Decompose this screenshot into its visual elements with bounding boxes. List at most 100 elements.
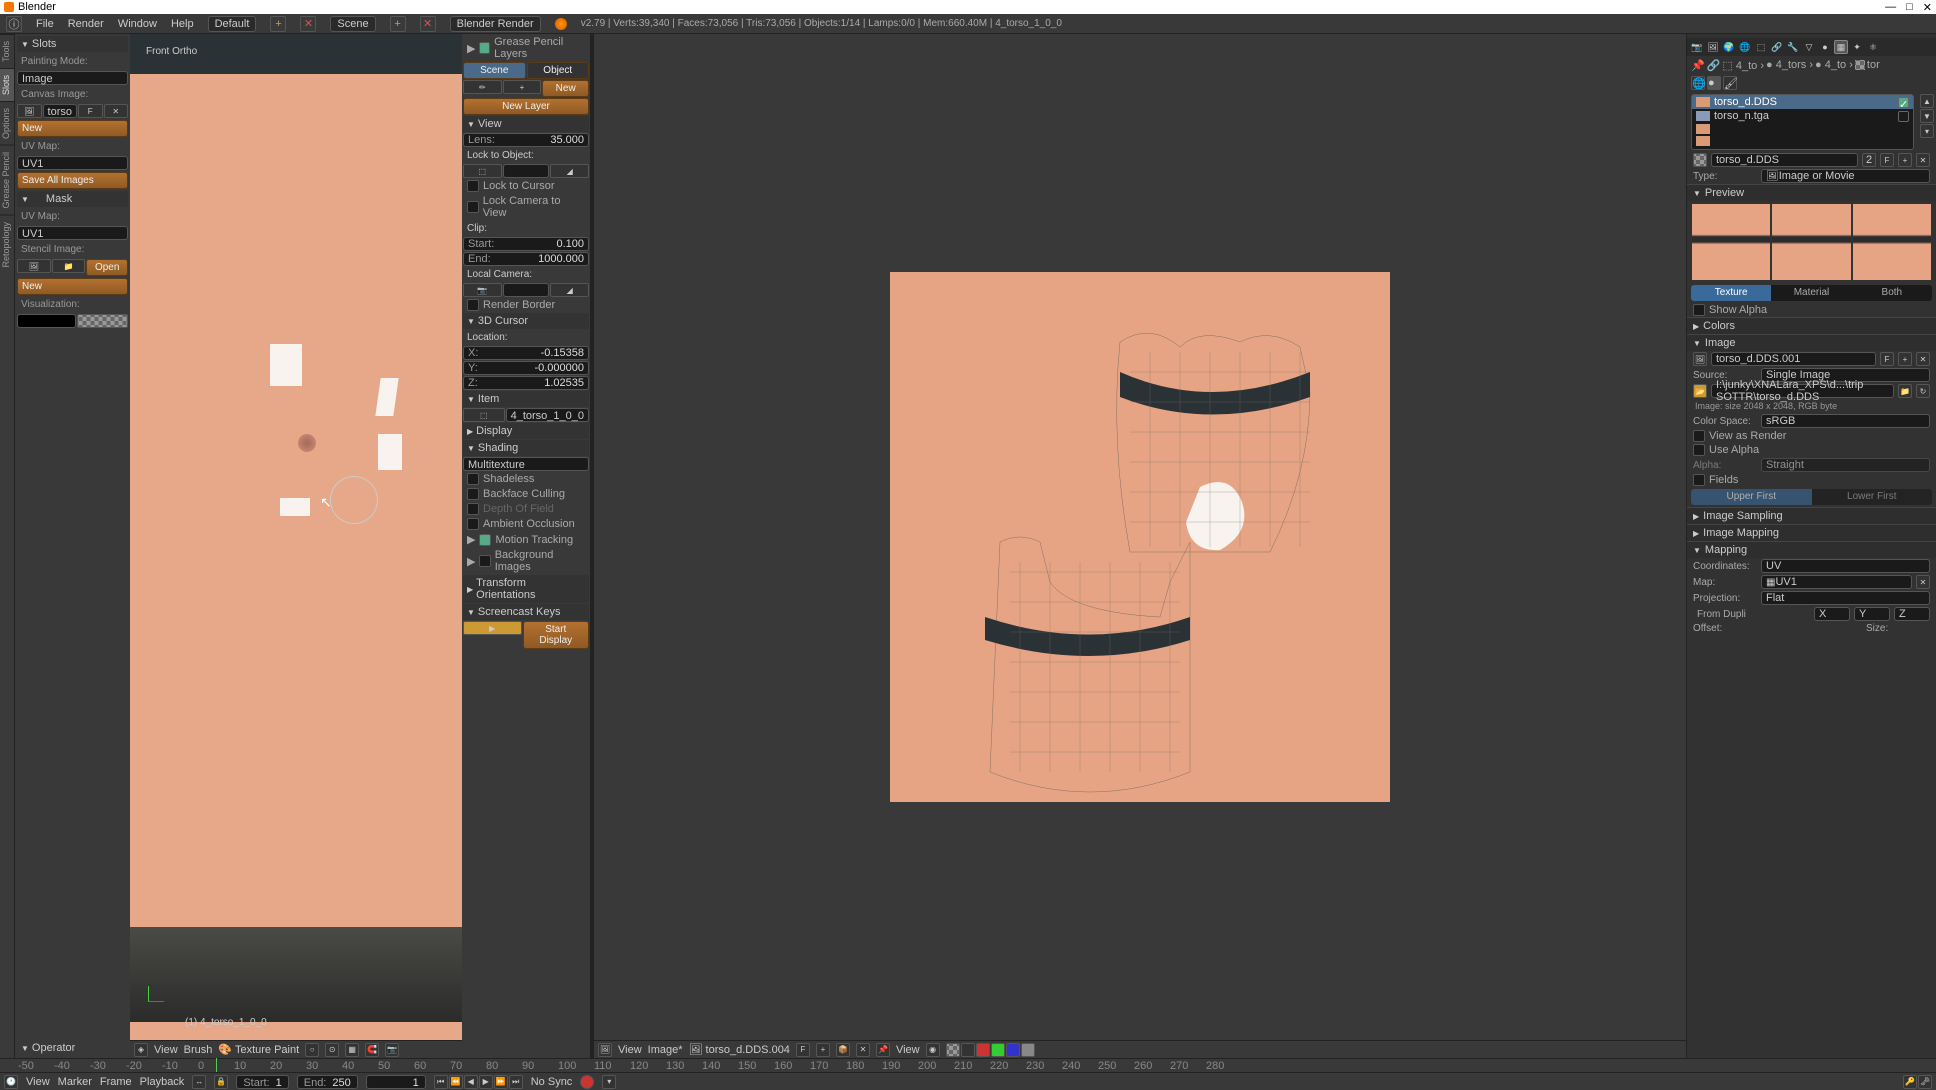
props-context-tabs[interactable]: 📷 🖼 🌍 🌐 ⬚ 🔗 🔧 ▽ ● ▦ ✦ ⚛ (1687, 38, 1936, 56)
texture-context-tabs[interactable]: 🌐 ● 🖌 (1687, 74, 1936, 92)
lock-cursor-checkbox[interactable] (467, 180, 479, 192)
uv-rgb-icon[interactable] (961, 1043, 975, 1057)
canvas-image-field[interactable]: torso (43, 104, 77, 118)
stencil-browse-icon[interactable]: 📁 (52, 259, 86, 273)
stencil-new-button[interactable]: New (17, 278, 128, 295)
item-name-field[interactable]: 4_torso_1_0_0 (506, 408, 589, 422)
gp-add-button[interactable]: + (503, 80, 542, 94)
cursor-y-field[interactable]: Y:-0.000000 (463, 361, 589, 375)
tl-playback-menu[interactable]: Playback (140, 1076, 185, 1088)
image-icon[interactable]: 🖼 (17, 104, 42, 118)
autokey-menu-icon[interactable]: ▾ (602, 1075, 616, 1089)
mask-uvmap-select[interactable]: UV1 (17, 226, 128, 240)
layout-add-button[interactable]: + (270, 16, 286, 32)
colors-header[interactable]: ▶Colors (1687, 317, 1936, 334)
tab-physics-icon[interactable]: ⚛ (1866, 40, 1880, 54)
tl-view-menu[interactable]: View (26, 1076, 50, 1088)
tl-frame-menu[interactable]: Frame (100, 1076, 132, 1088)
key-set-icon[interactable]: 🔑 (1903, 1075, 1917, 1089)
save-all-images-button[interactable]: Save All Images (17, 172, 128, 189)
shading-icon[interactable]: ○ (305, 1043, 319, 1057)
editor-type-icon[interactable]: ⓘ (6, 16, 22, 32)
breadcrumb-link-icon[interactable]: 🔗 (1707, 59, 1721, 72)
cam-eyedrop-icon[interactable]: ◢ (550, 283, 589, 297)
lock-object-field[interactable] (503, 164, 550, 178)
uv-red-icon[interactable] (976, 1043, 990, 1057)
tab-modifier-icon[interactable]: 🔧 (1786, 40, 1800, 54)
minimize-icon[interactable]: — (1885, 1, 1896, 14)
gp-type-icon[interactable]: ✏ (463, 80, 502, 94)
pivot-icon[interactable]: ⊙ (325, 1043, 339, 1057)
visualization-color[interactable] (17, 314, 76, 328)
render-border-checkbox[interactable] (467, 299, 479, 311)
layers-icon[interactable]: ▦ (345, 1043, 359, 1057)
axis-x-select[interactable]: X (1814, 607, 1850, 621)
filepath-browse-icon[interactable]: 📁 (1898, 384, 1912, 398)
image-sampling-header[interactable]: ▶Image Sampling (1687, 507, 1936, 524)
tex-brush-icon[interactable]: 🖌 (1723, 76, 1737, 90)
uv-image-menu[interactable]: Image* (648, 1044, 683, 1056)
next-keyframe-icon[interactable]: ⏩ (494, 1075, 508, 1089)
layout-remove-button[interactable]: ✕ (300, 16, 316, 32)
autokey-record-icon[interactable] (580, 1075, 594, 1089)
window-controls[interactable]: — □ ✕ (1885, 1, 1932, 14)
cam-icon[interactable]: 📷 (463, 283, 502, 297)
texture-slot-empty[interactable] (1692, 135, 1913, 147)
screencast-section-header[interactable]: ▼Screencast Keys (463, 604, 589, 620)
backface-checkbox[interactable] (467, 488, 479, 500)
object-button[interactable]: Object (527, 62, 590, 79)
display-section-header[interactable]: ▶Display (463, 423, 589, 439)
scene-remove-button[interactable]: ✕ (420, 16, 436, 32)
tab-render-icon[interactable]: 📷 (1690, 40, 1704, 54)
shading-section-header[interactable]: ▼Shading (463, 440, 589, 456)
gp-enable-checkbox[interactable] (479, 42, 490, 54)
menu-render[interactable]: Render (68, 18, 104, 30)
tab-tools[interactable]: Tools (0, 34, 14, 68)
lock-camera-checkbox[interactable] (467, 201, 479, 213)
motion-checkbox[interactable] (479, 534, 491, 546)
img-add-button[interactable]: + (1898, 352, 1912, 366)
uv-f-button[interactable]: F (796, 1043, 810, 1057)
image-datablock-field[interactable]: torso_d.DDS.001 (1711, 352, 1876, 366)
pill-texture[interactable]: Texture (1691, 285, 1771, 301)
ao-checkbox[interactable] (467, 518, 479, 530)
texture-enable-checkbox[interactable]: ✓ (1898, 97, 1909, 108)
maximize-icon[interactable]: □ (1906, 1, 1913, 14)
snap-icon[interactable]: 🧲 (365, 1043, 379, 1057)
shading-mode-select[interactable]: Multitexture (463, 457, 589, 471)
pro;-icon[interactable]: 📷 (385, 1043, 399, 1057)
colorspace-select[interactable]: sRGB (1761, 414, 1930, 428)
tab-renderlayer-icon[interactable]: 🖼 (1706, 40, 1720, 54)
uv-add-button[interactable]: + (816, 1043, 830, 1057)
start-display-button[interactable]: Start Display (523, 621, 590, 649)
painting-mode-select[interactable]: Image (17, 71, 128, 85)
key-del-icon[interactable]: 🗝 (1918, 1075, 1932, 1089)
uv-pin-icon[interactable]: 📌 (876, 1043, 890, 1057)
uv-checker-icon[interactable] (946, 1043, 960, 1057)
stencil-icon[interactable]: 🖼 (17, 259, 51, 273)
filepath-icon[interactable]: 📂 (1693, 384, 1707, 398)
play-icon[interactable]: ▶ (479, 1075, 493, 1089)
lens-field[interactable]: Lens:35.000 (463, 133, 589, 147)
image-mapping-header[interactable]: ▶Image Mapping (1687, 524, 1936, 541)
gp-layers-header[interactable]: Grease Pencil Layers (494, 36, 585, 60)
uv-pack-button[interactable]: 📦 (836, 1043, 850, 1057)
tool-tabs[interactable]: Tools Slots Options Grease Pencil Retopo… (0, 34, 15, 1058)
uv-color-channels[interactable] (946, 1043, 1035, 1057)
tl-frame-field[interactable]: 1 (366, 1075, 426, 1089)
tex-f-button[interactable]: F (1880, 153, 1894, 167)
scene-button[interactable]: Scene (463, 62, 526, 79)
local-cam-field[interactable] (503, 283, 550, 297)
layout-dropdown[interactable]: Default (208, 16, 257, 32)
uv-unlink-button[interactable]: ✕ (856, 1043, 870, 1057)
pill-both[interactable]: Both (1852, 285, 1932, 301)
filepath-reload-icon[interactable]: ↻ (1916, 384, 1930, 398)
timeline[interactable]: -50-40-30-20-100102030405060708090100110… (0, 1058, 1936, 1072)
tex-specials-icon[interactable]: ▾ (1920, 124, 1934, 138)
tab-options[interactable]: Options (0, 101, 14, 145)
cursor-x-field[interactable]: X:-0.15358 (463, 346, 589, 360)
texture-slot-item[interactable]: torso_d.DDS✓ (1692, 95, 1913, 109)
canvas-unlink-button[interactable]: ✕ (104, 104, 129, 118)
uvmap-clear-icon[interactable]: ✕ (1916, 575, 1930, 589)
menu-window[interactable]: Window (118, 18, 157, 30)
